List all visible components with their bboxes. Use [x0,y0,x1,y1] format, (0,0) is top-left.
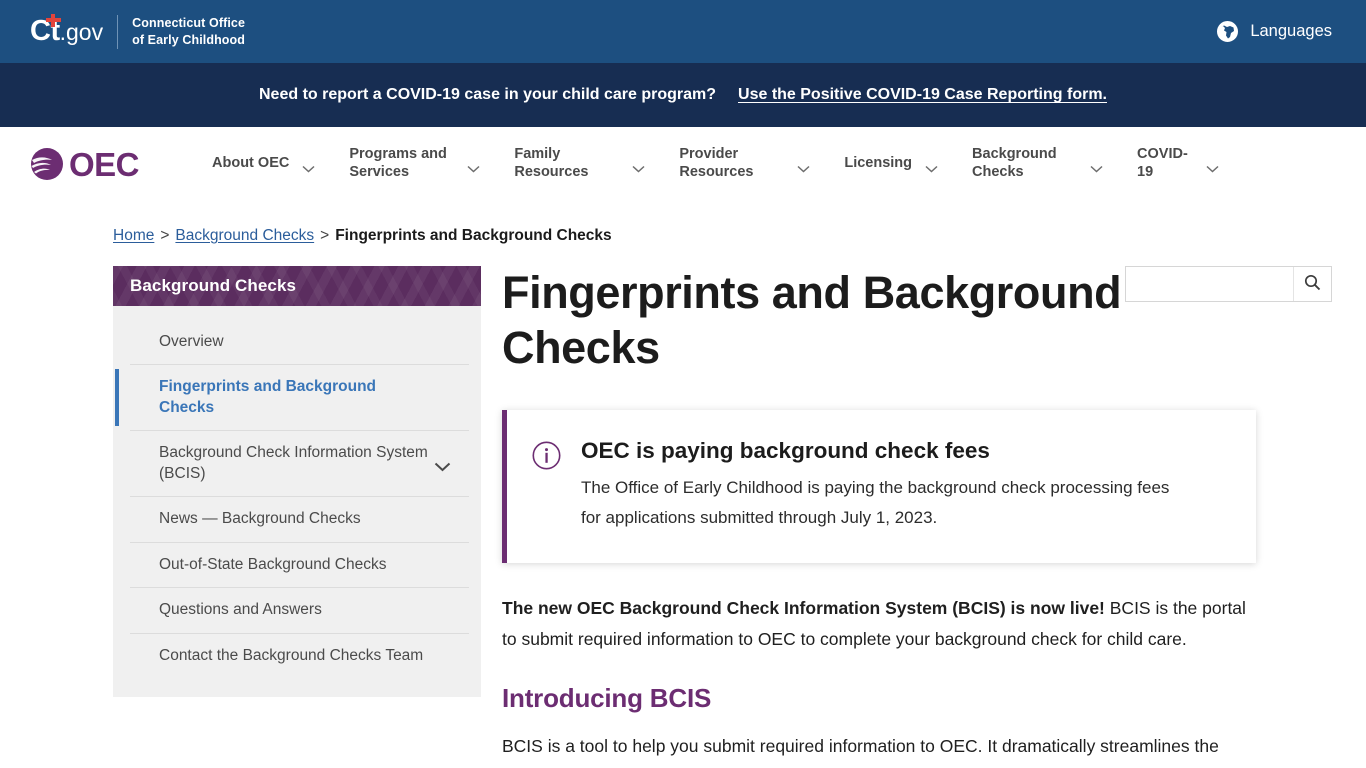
covid-alert-message: Need to report a COVID-19 case in your c… [259,86,717,103]
nav-label-covid-19: COVID-19 [1137,146,1188,180]
ct-gov-logo[interactable]: C t .gov Connecticut Office of Early Chi… [30,14,245,49]
nav-item-licensing[interactable]: Licensing [827,155,955,173]
nav-items-list: About OEC Programs and Services Family R… [195,146,1236,181]
nav-item-covid-19[interactable]: COVID-19 [1120,146,1236,181]
sidebar-item-overview[interactable]: Overview [130,320,469,366]
covid-alert-banner: Need to report a COVID-19 case in your c… [0,63,1366,127]
nav-item-about-oec[interactable]: About OEC [195,155,332,173]
section-paragraph: BCIS is a tool to help you submit requir… [502,735,1219,756]
sidebar-items-list: Overview Fingerprints and Background Che… [113,306,481,678]
sidebar-item-news-background-checks[interactable]: News — Background Checks [130,497,469,543]
ct-cross-icon [46,14,61,27]
nav-item-background-checks[interactable]: Background Checks [955,146,1120,181]
breadcrumb-current-page: Fingerprints and Background Checks [335,227,612,244]
section-sidebar: Background Checks Overview Fingerprints … [113,266,481,698]
intro-paragraph-bold: The new OEC Background Check Information… [502,598,1105,619]
sidebar-item-label: Overview [159,333,224,350]
ct-gov-wordmark: C t .gov [30,14,104,46]
covid-reporting-form-link[interactable]: Use the Positive COVID-19 Case Reporting… [738,86,1107,104]
main-content: Fingerprints and Background Checks OEC i… [502,266,1366,768]
nav-label-licensing: Licensing [844,155,913,172]
sidebar-item-label: Fingerprints and Background Checks [159,378,377,416]
breadcrumb-separator: > [320,227,330,244]
ct-logo-gov: .gov [59,19,104,45]
chevron-down-icon [797,160,810,173]
breadcrumb-link-background-checks[interactable]: Background Checks [175,227,314,245]
languages-selector[interactable]: Languages [1216,20,1332,43]
nav-label-about-oec: About OEC [212,155,290,172]
search-input[interactable] [1126,267,1293,301]
info-callout: OEC is paying background check fees The … [502,409,1256,564]
sidebar-item-questions-and-answers[interactable]: Questions and Answers [130,588,469,634]
sidebar-header: Background Checks [113,266,481,306]
page-body: Background Checks Overview Fingerprints … [0,245,1366,768]
oec-swirl-icon [30,147,64,181]
intro-paragraph: The new OEC Background Check Information… [502,593,1256,655]
callout-text: The Office of Early Childhood is paying … [581,477,1170,528]
breadcrumb-separator: > [160,227,170,244]
sidebar-item-bcis[interactable]: Background Check Information System (BCI… [130,431,469,498]
chevron-down-icon [632,160,645,173]
oec-logo-text: OEC [69,145,140,183]
sidebar-item-label: News — Background Checks [159,510,361,528]
oec-logo[interactable]: OEC [30,145,140,183]
site-search [1125,266,1332,302]
sidebar-item-label: Background Check Information System (BCI… [159,444,428,482]
chevron-down-icon [925,160,938,173]
chevron-down-icon[interactable] [434,459,451,472]
sidebar-item-label: Questions and Answers [159,601,322,619]
callout-title: OEC is paying background check fees [581,437,990,463]
chevron-down-icon [467,160,480,173]
info-circle-icon [532,441,561,470]
nav-item-provider-resources[interactable]: Provider Resources [662,146,827,181]
nav-item-family-resources[interactable]: Family Resources [497,146,662,181]
main-navigation: OEC About OEC Programs and Services Fami… [0,127,1366,302]
chevron-down-icon [1206,160,1219,173]
nav-label-family-resources: Family Resources [514,146,589,180]
logo-divider [117,14,119,49]
sidebar-item-label: Out-of-State Background Checks [159,555,387,573]
sidebar-item-out-of-state-background-checks[interactable]: Out-of-State Background Checks [130,543,469,589]
languages-label: Languages [1250,22,1332,40]
sidebar-item-label: Contact the Background Checks Team [159,646,424,664]
nav-label-programs-and-services: Programs and Services [349,146,447,180]
breadcrumb-link-home[interactable]: Home [113,227,154,245]
agency-name: Connecticut Office of Early Childhood [132,15,245,48]
agency-name-line1: Connecticut Office [132,16,246,30]
agency-name-line2: of Early Childhood [132,32,246,47]
chevron-down-icon [302,160,315,173]
search-icon [1304,274,1321,294]
nav-label-background-checks: Background Checks [972,146,1057,180]
section-heading-introducing-bcis: Introducing BCIS [502,682,712,713]
state-header-bar: C t .gov Connecticut Office of Early Chi… [0,0,1366,63]
globe-icon [1216,20,1240,43]
sidebar-title: Background Checks [130,276,297,295]
nav-item-programs-and-services[interactable]: Programs and Services [332,146,497,181]
chevron-down-icon [1090,160,1103,173]
sidebar-item-contact-background-checks-team[interactable]: Contact the Background Checks Team [130,634,469,678]
search-button[interactable] [1293,267,1331,301]
breadcrumb: Home > Background Checks > Fingerprints … [0,201,1366,245]
sidebar-item-fingerprints-and-background-checks[interactable]: Fingerprints and Background Checks [115,365,469,432]
nav-label-provider-resources: Provider Resources [679,146,754,180]
callout-body: OEC is paying background check fees The … [581,437,1193,534]
